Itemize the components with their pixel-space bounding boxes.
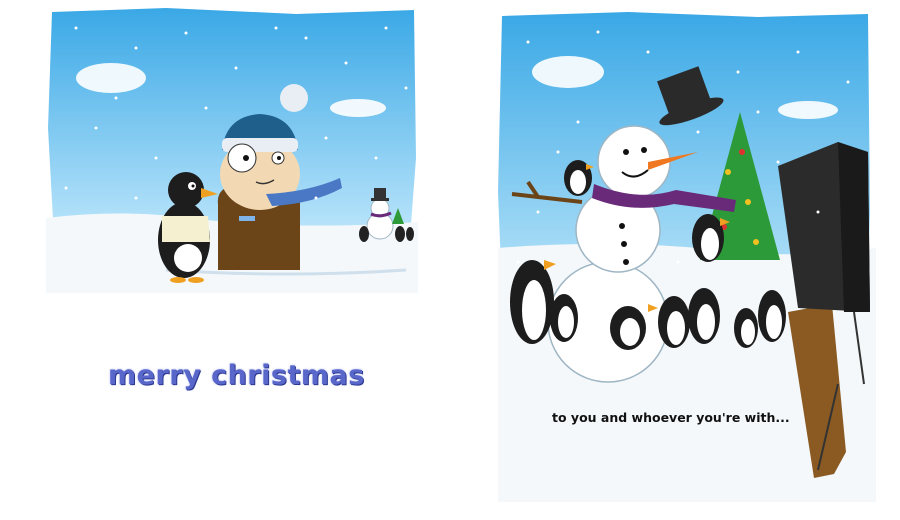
- cloud-icon: [532, 56, 604, 88]
- cloud-icon: [76, 63, 146, 93]
- tagline-text: to you and whoever you're with...: [552, 410, 790, 425]
- penguin-icon: [758, 290, 786, 342]
- cloud-icon: [330, 99, 386, 117]
- left-illustration: [46, 8, 418, 293]
- penguin-icon: [734, 308, 758, 348]
- greeting-text: merry christmas: [108, 360, 365, 391]
- penguin-icon: [610, 306, 646, 350]
- penguin-icon: [688, 288, 720, 344]
- cloud-icon: [778, 101, 838, 119]
- penguin-icon: [550, 294, 578, 342]
- right-illustration: [498, 12, 876, 502]
